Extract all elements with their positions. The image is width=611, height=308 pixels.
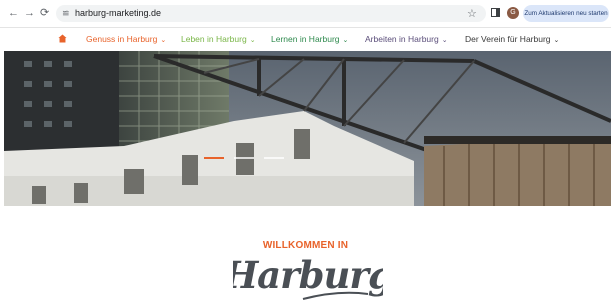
slide-indicator[interactable] [204,157,224,159]
nav-item-label: Leben in Harburg [181,34,247,44]
chevron-down-icon: ⌄ [249,37,256,44]
chevron-down-icon: ⌄ [342,37,349,44]
nav-item-leben[interactable]: Leben in Harburg ⌄ [181,34,256,46]
nav-item-arbeiten[interactable]: Arbeiten in Harburg ⌄ [365,34,448,46]
address-bar[interactable]: ≌ harburg-marketing.de ☆ [56,5,486,22]
home-icon[interactable] [58,34,67,43]
site-info-icon[interactable]: ≌ [62,8,70,19]
nav-item-label: Lernen in Harburg [271,34,340,44]
profile-avatar[interactable]: G [507,7,519,19]
side-panel-icon[interactable] [491,8,500,17]
nav-item-label: Arbeiten in Harburg [365,34,439,44]
nav-item-lernen[interactable]: Lernen in Harburg ⌄ [271,34,348,46]
chevron-down-icon: ⌄ [441,37,448,44]
slide-indicator[interactable] [234,157,254,159]
hero-slider[interactable] [4,51,611,206]
welcome-heading: WILLKOMMEN IN [262,240,349,251]
slide-indicator[interactable] [264,157,284,159]
harburg-brand-logo: Harburg [233,253,383,300]
nav-item-genuss[interactable]: Genuss in Harburg ⌄ [86,34,166,46]
hero-image [4,51,611,206]
chevron-down-icon: ⌄ [160,37,167,44]
reload-icon[interactable]: ⟳ [40,7,49,19]
site-navigation: Genuss in Harburg ⌄ Leben in Harburg ⌄ Ler… [0,28,611,50]
bookmark-star-icon[interactable]: ☆ [467,7,477,20]
forward-icon[interactable]: → [24,7,35,19]
nav-item-label: Der Verein für Harburg [465,34,551,44]
back-icon[interactable]: ← [8,7,19,19]
url-text[interactable]: harburg-marketing.de [75,8,161,18]
nav-item-label: Genuss in Harburg [86,34,158,44]
update-restart-button[interactable]: Zum Aktualisieren neu starten [523,5,609,22]
chevron-down-icon: ⌄ [553,37,560,44]
nav-item-verein[interactable]: Der Verein für Harburg ⌄ [465,34,559,46]
brand-wordmark: Harburg [233,253,383,297]
browser-toolbar: ← → ⟳ ≌ harburg-marketing.de ☆ G Zum Akt… [0,0,611,28]
